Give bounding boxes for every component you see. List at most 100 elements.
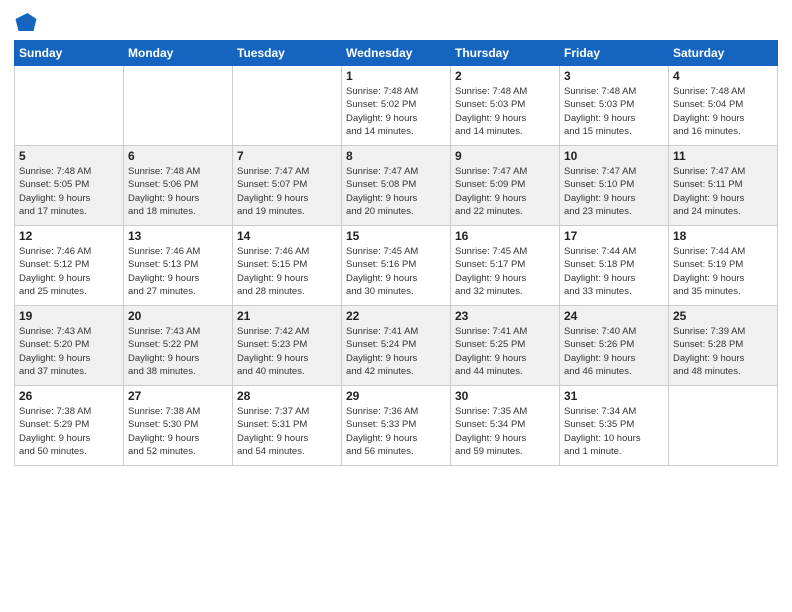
calendar-cell: 13 Sunrise: 7:46 AM Sunset: 5:13 PM Dayli…: [124, 226, 233, 306]
calendar-cell: 7 Sunrise: 7:47 AM Sunset: 5:07 PM Daylig…: [233, 146, 342, 226]
day-number: 10: [564, 149, 664, 163]
day-number: 8: [346, 149, 446, 163]
day-number: 2: [455, 69, 555, 83]
day-number: 4: [673, 69, 773, 83]
day-info: Sunrise: 7:37 AM Sunset: 5:31 PM Dayligh…: [237, 405, 337, 458]
calendar-cell: 22 Sunrise: 7:41 AM Sunset: 5:24 PM Dayli…: [342, 306, 451, 386]
day-info: Sunrise: 7:44 AM Sunset: 5:19 PM Dayligh…: [673, 245, 773, 298]
day-info: Sunrise: 7:38 AM Sunset: 5:30 PM Dayligh…: [128, 405, 228, 458]
day-info: Sunrise: 7:47 AM Sunset: 5:08 PM Dayligh…: [346, 165, 446, 218]
day-number: 23: [455, 309, 555, 323]
calendar-cell: 17 Sunrise: 7:44 AM Sunset: 5:18 PM Dayli…: [560, 226, 669, 306]
calendar-cell: 19 Sunrise: 7:43 AM Sunset: 5:20 PM Dayli…: [15, 306, 124, 386]
day-info: Sunrise: 7:48 AM Sunset: 5:06 PM Dayligh…: [128, 165, 228, 218]
calendar-cell: 16 Sunrise: 7:45 AM Sunset: 5:17 PM Dayli…: [451, 226, 560, 306]
day-info: Sunrise: 7:47 AM Sunset: 5:10 PM Dayligh…: [564, 165, 664, 218]
day-number: 16: [455, 229, 555, 243]
calendar-cell: 12 Sunrise: 7:46 AM Sunset: 5:12 PM Dayli…: [15, 226, 124, 306]
weekday-header-friday: Friday: [560, 41, 669, 66]
day-number: 12: [19, 229, 119, 243]
day-number: 27: [128, 389, 228, 403]
calendar-cell: 31Sunrise: 7:34 AM Sunset: 5:35 PM Dayli…: [560, 386, 669, 466]
calendar-cell: 10 Sunrise: 7:47 AM Sunset: 5:10 PM Dayli…: [560, 146, 669, 226]
day-info: Sunrise: 7:47 AM Sunset: 5:11 PM Dayligh…: [673, 165, 773, 218]
weekday-header-wednesday: Wednesday: [342, 41, 451, 66]
day-info: Sunrise: 7:46 AM Sunset: 5:13 PM Dayligh…: [128, 245, 228, 298]
day-number: 3: [564, 69, 664, 83]
calendar-cell: 1 Sunrise: 7:48 AM Sunset: 5:02 PM Daylig…: [342, 66, 451, 146]
day-number: 13: [128, 229, 228, 243]
day-number: 31: [564, 389, 664, 403]
day-number: 17: [564, 229, 664, 243]
day-number: 5: [19, 149, 119, 163]
calendar-week-row: 12 Sunrise: 7:46 AM Sunset: 5:12 PM Dayli…: [15, 226, 778, 306]
calendar-cell: 3Sunrise: 7:48 AM Sunset: 5:03 PM Daylig…: [560, 66, 669, 146]
calendar-week-row: 5 Sunrise: 7:48 AM Sunset: 5:05 PM Daylig…: [15, 146, 778, 226]
calendar-cell: 26Sunrise: 7:38 AM Sunset: 5:29 PM Dayli…: [15, 386, 124, 466]
day-info: Sunrise: 7:47 AM Sunset: 5:07 PM Dayligh…: [237, 165, 337, 218]
day-info: Sunrise: 7:43 AM Sunset: 5:22 PM Dayligh…: [128, 325, 228, 378]
logo: [14, 10, 42, 34]
calendar-week-row: 26Sunrise: 7:38 AM Sunset: 5:29 PM Dayli…: [15, 386, 778, 466]
day-number: 18: [673, 229, 773, 243]
day-number: 22: [346, 309, 446, 323]
day-number: 26: [19, 389, 119, 403]
calendar-cell: 2 Sunrise: 7:48 AM Sunset: 5:03 PM Daylig…: [451, 66, 560, 146]
calendar-cell: 23 Sunrise: 7:41 AM Sunset: 5:25 PM Dayli…: [451, 306, 560, 386]
calendar-cell: 15 Sunrise: 7:45 AM Sunset: 5:16 PM Dayli…: [342, 226, 451, 306]
calendar-cell: 18 Sunrise: 7:44 AM Sunset: 5:19 PM Dayli…: [669, 226, 778, 306]
calendar-cell: 6 Sunrise: 7:48 AM Sunset: 5:06 PM Daylig…: [124, 146, 233, 226]
day-info: Sunrise: 7:48 AM Sunset: 5:05 PM Dayligh…: [19, 165, 119, 218]
day-info: Sunrise: 7:48 AM Sunset: 5:03 PM Dayligh…: [455, 85, 555, 138]
day-info: Sunrise: 7:47 AM Sunset: 5:09 PM Dayligh…: [455, 165, 555, 218]
calendar-table: SundayMondayTuesdayWednesdayThursdayFrid…: [14, 40, 778, 466]
weekday-header-thursday: Thursday: [451, 41, 560, 66]
calendar-cell: 11 Sunrise: 7:47 AM Sunset: 5:11 PM Dayli…: [669, 146, 778, 226]
weekday-header-row: SundayMondayTuesdayWednesdayThursdayFrid…: [15, 41, 778, 66]
calendar-cell: 28Sunrise: 7:37 AM Sunset: 5:31 PM Dayli…: [233, 386, 342, 466]
day-info: Sunrise: 7:48 AM Sunset: 5:02 PM Dayligh…: [346, 85, 446, 138]
calendar-cell: 5 Sunrise: 7:48 AM Sunset: 5:05 PM Daylig…: [15, 146, 124, 226]
day-number: 11: [673, 149, 773, 163]
calendar-cell: [233, 66, 342, 146]
day-number: 1: [346, 69, 446, 83]
calendar-cell: 29Sunrise: 7:36 AM Sunset: 5:33 PM Dayli…: [342, 386, 451, 466]
day-info: Sunrise: 7:46 AM Sunset: 5:15 PM Dayligh…: [237, 245, 337, 298]
day-number: 15: [346, 229, 446, 243]
day-number: 24: [564, 309, 664, 323]
calendar-cell: [669, 386, 778, 466]
calendar-cell: 30 Sunrise: 7:35 AM Sunset: 5:34 PM Dayli…: [451, 386, 560, 466]
day-info: Sunrise: 7:44 AM Sunset: 5:18 PM Dayligh…: [564, 245, 664, 298]
logo-icon: [14, 10, 38, 34]
calendar-cell: 20 Sunrise: 7:43 AM Sunset: 5:22 PM Dayli…: [124, 306, 233, 386]
calendar-cell: 14 Sunrise: 7:46 AM Sunset: 5:15 PM Dayli…: [233, 226, 342, 306]
weekday-header-monday: Monday: [124, 41, 233, 66]
day-info: Sunrise: 7:45 AM Sunset: 5:16 PM Dayligh…: [346, 245, 446, 298]
calendar-cell: 27 Sunrise: 7:38 AM Sunset: 5:30 PM Dayli…: [124, 386, 233, 466]
weekday-header-sunday: Sunday: [15, 41, 124, 66]
day-info: Sunrise: 7:42 AM Sunset: 5:23 PM Dayligh…: [237, 325, 337, 378]
day-number: 19: [19, 309, 119, 323]
day-number: 6: [128, 149, 228, 163]
calendar-cell: 25 Sunrise: 7:39 AM Sunset: 5:28 PM Dayli…: [669, 306, 778, 386]
day-info: Sunrise: 7:41 AM Sunset: 5:24 PM Dayligh…: [346, 325, 446, 378]
day-number: 30: [455, 389, 555, 403]
day-number: 20: [128, 309, 228, 323]
calendar-cell: 9Sunrise: 7:47 AM Sunset: 5:09 PM Daylig…: [451, 146, 560, 226]
day-info: Sunrise: 7:36 AM Sunset: 5:33 PM Dayligh…: [346, 405, 446, 458]
calendar-cell: 24Sunrise: 7:40 AM Sunset: 5:26 PM Dayli…: [560, 306, 669, 386]
day-info: Sunrise: 7:43 AM Sunset: 5:20 PM Dayligh…: [19, 325, 119, 378]
calendar-cell: 21Sunrise: 7:42 AM Sunset: 5:23 PM Dayli…: [233, 306, 342, 386]
day-info: Sunrise: 7:35 AM Sunset: 5:34 PM Dayligh…: [455, 405, 555, 458]
day-number: 7: [237, 149, 337, 163]
calendar-week-row: 1 Sunrise: 7:48 AM Sunset: 5:02 PM Daylig…: [15, 66, 778, 146]
day-info: Sunrise: 7:46 AM Sunset: 5:12 PM Dayligh…: [19, 245, 119, 298]
day-info: Sunrise: 7:45 AM Sunset: 5:17 PM Dayligh…: [455, 245, 555, 298]
day-number: 14: [237, 229, 337, 243]
calendar-week-row: 19 Sunrise: 7:43 AM Sunset: 5:20 PM Dayli…: [15, 306, 778, 386]
day-info: Sunrise: 7:39 AM Sunset: 5:28 PM Dayligh…: [673, 325, 773, 378]
day-info: Sunrise: 7:48 AM Sunset: 5:04 PM Dayligh…: [673, 85, 773, 138]
day-number: 25: [673, 309, 773, 323]
calendar-cell: [124, 66, 233, 146]
day-info: Sunrise: 7:41 AM Sunset: 5:25 PM Dayligh…: [455, 325, 555, 378]
